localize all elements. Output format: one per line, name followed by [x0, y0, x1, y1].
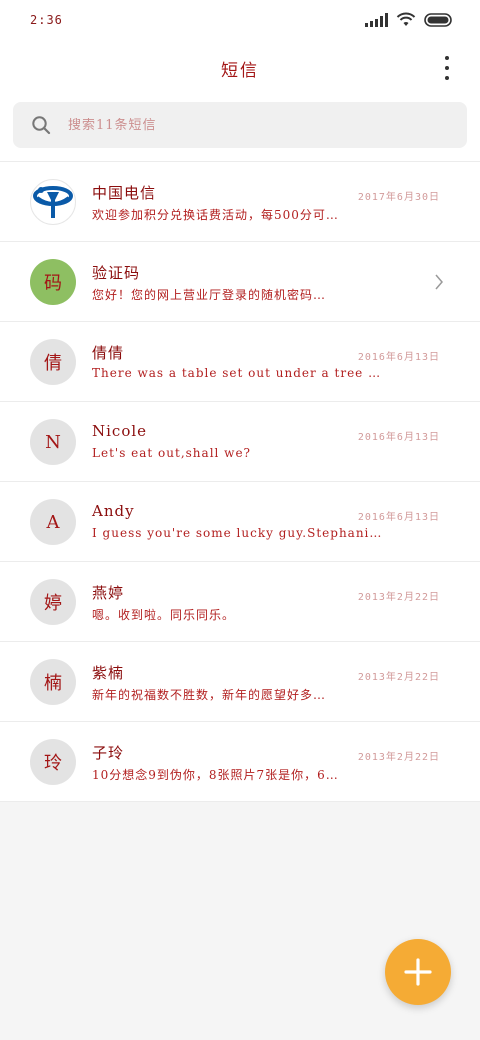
search-input[interactable]: [68, 117, 408, 133]
message-date: 2013年2月22日: [357, 592, 440, 603]
message-preview: 您好！您的网上营业厅登录的随机密码…: [92, 288, 327, 302]
message-preview: Let's eat out,shall we?: [92, 446, 251, 460]
message-preview: 欢迎参加积分兑换话费活动，每500分可…: [92, 208, 339, 222]
plus-icon: [404, 958, 432, 986]
message-date: 2017年6月30日: [357, 192, 440, 203]
message-preview: 新年的祝福数不胜数，新年的愿望好多…: [92, 688, 327, 702]
conversation-item[interactable]: A Andy 2016年6月13日 I guess you're some lu…: [0, 482, 480, 562]
battery-icon: [424, 12, 454, 27]
message-preview: There was a table set out under a tree …: [92, 366, 382, 380]
message-preview: 嗯。收到啦。同乐同乐。: [92, 608, 236, 622]
more-options-button[interactable]: [442, 56, 452, 80]
conversation-item[interactable]: N Nicole 2016年6月13日 Let's eat out,shall …: [0, 402, 480, 482]
avatar: 玲: [30, 739, 76, 785]
page-title: 短信: [221, 61, 259, 81]
message-date: 2016年6月13日: [357, 432, 440, 443]
conversation-item[interactable]: 中国电信 2017年6月30日 欢迎参加积分兑换话费活动，每500分可…: [0, 162, 480, 242]
compose-button[interactable]: [385, 939, 451, 1005]
dot-icon: [445, 56, 449, 60]
conversation-item[interactable]: 婷 燕婷 2013年2月22日 嗯。收到啦。同乐同乐。: [0, 562, 480, 642]
chevron-right-icon: [435, 274, 443, 290]
message-date: 2013年2月22日: [357, 672, 440, 683]
conversation-item[interactable]: 倩 倩倩 2016年6月13日 There was a table set ou…: [0, 322, 480, 402]
message-date: 2013年2月22日: [357, 752, 440, 763]
wifi-icon: [396, 12, 416, 27]
contact-name: 中国电信: [92, 184, 157, 202]
contact-name: Andy: [92, 502, 135, 520]
avatar: 婷: [30, 579, 76, 625]
avatar: 倩: [30, 339, 76, 385]
dot-icon: [445, 76, 449, 80]
avatar: A: [30, 499, 76, 545]
status-bar: 2:36: [0, 0, 480, 40]
messages-screen: 2:36 短信 搜索11条短信 中国电信 2017年6月30日 欢迎参加积分兑换…: [0, 0, 480, 1040]
avatar: 楠: [30, 659, 76, 705]
signal-icon: [365, 12, 388, 27]
message-preview: 10分想念9到伪你，8张照片7张是你，6…: [92, 768, 339, 782]
telecom-logo-icon: [30, 179, 76, 225]
message-preview: I guess you're some lucky guy.Stephani…: [92, 526, 383, 540]
header: 短信: [0, 40, 480, 98]
message-date: 2016年6月13日: [357, 352, 440, 363]
message-date: 2016年6月13日: [357, 512, 440, 523]
contact-name: 燕婷: [92, 584, 125, 602]
contact-name: 验证码: [92, 264, 141, 282]
dot-icon: [445, 66, 449, 70]
conversation-item[interactable]: 码 验证码 您好！您的网上营业厅登录的随机密码…: [0, 242, 480, 322]
search-wrap: [0, 98, 480, 161]
conversation-item[interactable]: 玲 子玲 2013年2月22日 10分想念9到伪你，8张照片7张是你，6…: [0, 722, 480, 802]
conversation-item[interactable]: 楠 紫楠 2013年2月22日 新年的祝福数不胜数，新年的愿望好多…: [0, 642, 480, 722]
status-icons: [365, 12, 454, 27]
contact-name: 紫楠: [92, 664, 125, 682]
conversation-list: 中国电信 2017年6月30日 欢迎参加积分兑换话费活动，每500分可… 码 验…: [0, 161, 480, 802]
status-time: 2:36: [30, 13, 63, 27]
top-area: 2:36 短信 搜索11条短信 中国电信 2017年6月30日 欢迎参加积分兑换…: [0, 0, 480, 802]
avatar: N: [30, 419, 76, 465]
avatar: 码: [30, 259, 76, 305]
contact-name: 子玲: [92, 744, 125, 762]
search-bar[interactable]: [13, 102, 467, 148]
search-icon: [32, 116, 51, 135]
contact-name: 倩倩: [92, 344, 125, 362]
contact-name: Nicole: [92, 422, 148, 440]
